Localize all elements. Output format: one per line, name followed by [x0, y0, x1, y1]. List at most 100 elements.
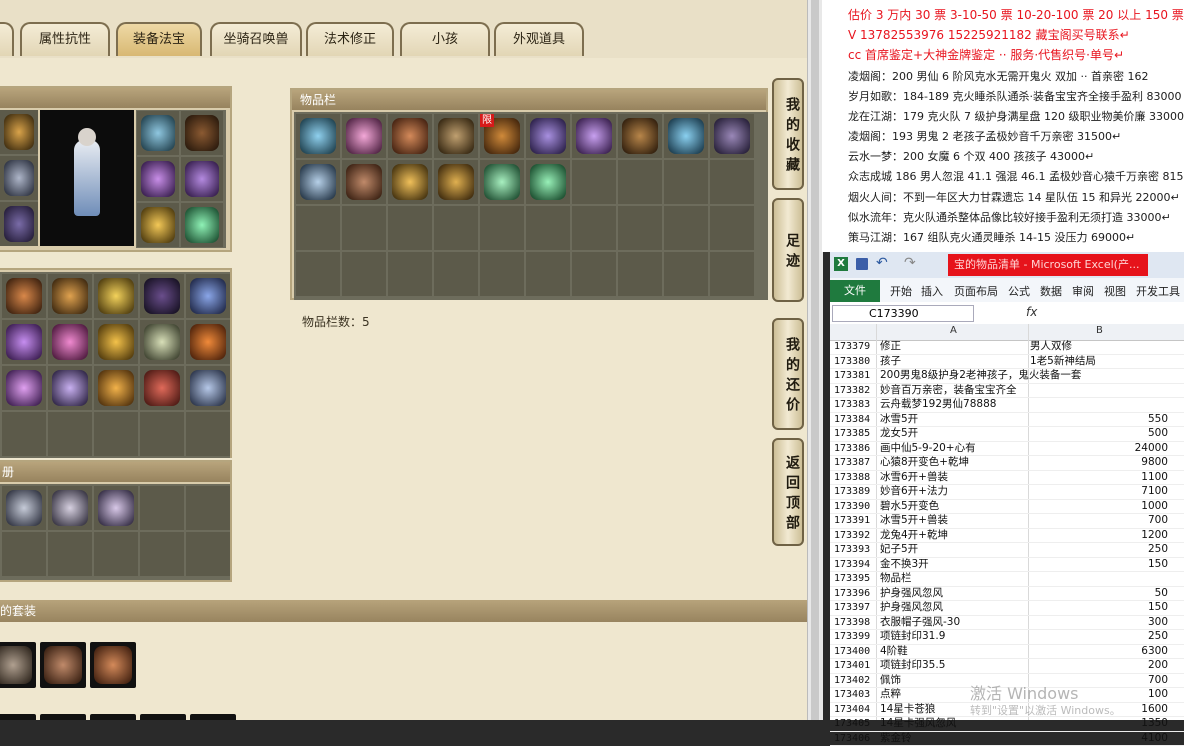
table-row[interactable]: 173389妙音6开+法力7100	[830, 485, 1184, 500]
treasure-slot[interactable]	[2, 320, 46, 364]
treasure-slot[interactable]	[94, 366, 138, 410]
cell-a[interactable]: 冰雪5开	[880, 413, 1028, 427]
row-number[interactable]: 173384	[834, 413, 874, 427]
table-row[interactable]: 173381200男鬼8级护身2老神孩子，鬼火装备一套	[830, 369, 1184, 384]
inventory-slot[interactable]	[342, 114, 386, 158]
equip-slot-belt[interactable]	[0, 202, 38, 246]
ribbon-tab-developer[interactable]: 开发工具	[1136, 283, 1180, 299]
register-slot-empty[interactable]	[48, 532, 92, 576]
row-number[interactable]: 173393	[834, 543, 874, 557]
table-row[interactable]: 173388 冰雪6开+兽装1100	[830, 471, 1184, 486]
inventory-slot-empty[interactable]	[664, 206, 708, 250]
row-number[interactable]: 173379	[834, 340, 874, 354]
equip-slot-orb[interactable]	[181, 203, 223, 247]
cell-a[interactable]: 金不换3开	[880, 558, 1028, 572]
inventory-slot-empty[interactable]	[572, 160, 616, 204]
cell-a[interactable]: 物品栏	[880, 572, 1028, 586]
treasure-slot-empty[interactable]	[48, 412, 92, 456]
scrollbar-thumb[interactable]	[811, 0, 819, 720]
inventory-slot-empty[interactable]	[664, 252, 708, 296]
cell-a[interactable]: 14星卡强风忽风	[880, 717, 1028, 731]
table-row[interactable]: 173406 紫金铃4100	[830, 732, 1184, 746]
row-number[interactable]: 173395	[834, 572, 874, 586]
cell-b[interactable]: 250	[1030, 630, 1168, 644]
cell-b[interactable]: 250	[1030, 543, 1168, 557]
equip-slot-armor[interactable]	[0, 156, 38, 200]
row-number[interactable]: 173381	[834, 369, 874, 383]
inventory-slot-empty[interactable]	[572, 206, 616, 250]
set-item[interactable]	[0, 642, 36, 688]
cell-a[interactable]: 护身强风忽风	[880, 601, 1028, 615]
inventory-slot-empty[interactable]	[664, 160, 708, 204]
cell-b[interactable]: 200	[1030, 659, 1168, 673]
cell-b[interactable]: 1100	[1030, 471, 1168, 485]
table-row[interactable]: 173398衣服帽子强风-30300	[830, 616, 1184, 631]
cell-a[interactable]: 孩子	[880, 355, 1028, 369]
inventory-slot[interactable]	[342, 160, 386, 204]
table-row[interactable]: 173385龙女5开500	[830, 427, 1184, 442]
equip-slot-pendant[interactable]	[137, 203, 179, 247]
cell-b[interactable]: 1200	[1030, 529, 1168, 543]
inventory-slot[interactable]	[296, 160, 340, 204]
inventory-slot[interactable]	[710, 114, 754, 158]
inventory-slot-empty[interactable]	[572, 252, 616, 296]
cell-a[interactable]: 衣服帽子强风-30	[880, 616, 1028, 630]
row-number[interactable]: 173392	[834, 529, 874, 543]
inventory-slot[interactable]	[388, 160, 432, 204]
cell-a[interactable]: 龙兔4开+乾坤	[880, 529, 1028, 543]
inventory-slot[interactable]	[434, 160, 478, 204]
row-number[interactable]: 173391	[834, 514, 874, 528]
cell-b[interactable]: 4100	[1030, 732, 1168, 746]
inventory-slot-empty[interactable]	[480, 206, 524, 250]
equip-slot-helmet[interactable]	[137, 111, 179, 155]
cell-b[interactable]: 550	[1030, 413, 1168, 427]
treasure-slot[interactable]	[140, 320, 184, 364]
treasure-slot[interactable]	[140, 274, 184, 318]
set-item[interactable]	[0, 714, 36, 720]
row-number[interactable]: 173406	[834, 732, 874, 746]
column-header-a[interactable]: A	[950, 325, 957, 336]
cell-a[interactable]: 碧水5开变色	[880, 500, 1028, 514]
inventory-slot[interactable]	[664, 114, 708, 158]
cell-b[interactable]: 150	[1030, 601, 1168, 615]
inventory-slot-empty[interactable]	[388, 206, 432, 250]
table-row[interactable]: 173391冰雪5开+兽装700	[830, 514, 1184, 529]
table-row[interactable]: 173384 冰雪5开550	[830, 413, 1184, 428]
cell-a[interactable]: 项链封印35.5	[880, 659, 1028, 673]
treasure-slot-empty[interactable]	[186, 412, 230, 456]
cell-b[interactable]: 300	[1030, 616, 1168, 630]
inventory-slot-empty[interactable]	[618, 252, 662, 296]
table-row[interactable]: 173379修正男人双修	[830, 340, 1184, 355]
treasure-slot[interactable]	[186, 366, 230, 410]
inventory-slot-empty[interactable]	[618, 160, 662, 204]
table-row[interactable]: 17340514星卡强风忽风1350	[830, 717, 1184, 732]
row-number[interactable]: 173400	[834, 645, 874, 659]
row-number[interactable]: 173390	[834, 500, 874, 514]
set-item[interactable]	[40, 714, 86, 720]
inventory-slot-empty[interactable]	[296, 206, 340, 250]
cell-a[interactable]: 云舟载梦192男仙78888	[880, 398, 1028, 412]
register-slot[interactable]	[94, 486, 138, 530]
treasure-slot[interactable]	[48, 274, 92, 318]
inventory-slot-empty[interactable]	[296, 252, 340, 296]
table-row[interactable]: 173395 物品栏	[830, 572, 1184, 587]
tab-appearance[interactable]: 外观道具	[494, 22, 584, 56]
row-number[interactable]: 173388	[834, 471, 874, 485]
cell-a[interactable]: 龙女5开	[880, 427, 1028, 441]
tab-attributes[interactable]: 属性抗性	[20, 22, 110, 56]
inventory-slot[interactable]	[526, 160, 570, 204]
ribbon-tab-view[interactable]: 视图	[1104, 283, 1126, 299]
name-box[interactable]: C173390	[832, 305, 974, 322]
ribbon-tab-data[interactable]: 数据	[1040, 283, 1062, 299]
row-number[interactable]: 173397	[834, 601, 874, 615]
cell-b[interactable]: 6300	[1030, 645, 1168, 659]
inventory-slot-empty[interactable]	[434, 206, 478, 250]
treasure-slot-empty[interactable]	[94, 412, 138, 456]
undo-icon[interactable]: ↶	[876, 255, 888, 271]
cell-a[interactable]: 冰雪6开+兽装	[880, 471, 1028, 485]
row-number[interactable]: 173402	[834, 674, 874, 688]
tab-mounts-pets[interactable]: 坐骑召唤兽	[210, 22, 302, 56]
cell-a[interactable]: 紫金铃	[880, 732, 1028, 746]
row-number[interactable]: 173399	[834, 630, 874, 644]
table-row[interactable]: 173401项链封印35.5200	[830, 659, 1184, 674]
